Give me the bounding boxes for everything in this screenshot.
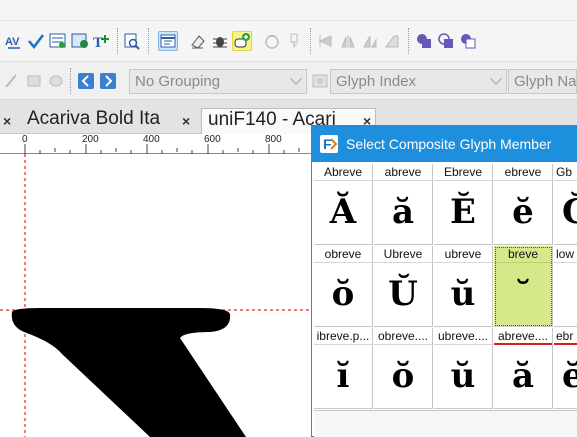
glyph-preview <box>554 263 577 326</box>
flip-icon-disabled[interactable] <box>360 31 380 51</box>
glyph-cell[interactable]: obreve ŏ <box>314 246 373 327</box>
glyph-name: ubreve <box>434 246 492 263</box>
grouping-select[interactable]: No Grouping <box>129 69 307 94</box>
sort-select[interactable]: Glyph Index <box>330 69 507 94</box>
union-icon[interactable] <box>414 31 434 51</box>
close-icon[interactable]: × <box>3 113 11 129</box>
glyph-name: low <box>554 246 577 263</box>
glyph-preview: ŏ <box>331 274 355 314</box>
tab-font[interactable]: Acariva Bold Ita <box>21 108 193 135</box>
glyph-preview: ĭ <box>336 356 350 396</box>
glyph-cell[interactable]: Ebreve Ĕ <box>434 164 493 245</box>
glyph-preview: Ĕ <box>450 192 476 232</box>
select-composite-dialog[interactable]: F Select Composite Glyph Member Abreve Ă… <box>311 125 577 437</box>
svg-text:F: F <box>323 136 332 152</box>
intersect-icon[interactable] <box>436 31 456 51</box>
component-icon-disabled[interactable] <box>262 31 282 51</box>
glyph-preview: Ŭ <box>388 274 418 314</box>
glyph-cell[interactable]: ebreve ĕ <box>494 164 553 245</box>
glyph-cell[interactable]: Abreve Ă <box>314 164 373 245</box>
svg-text:AV: AV <box>5 36 20 48</box>
glyph-cell[interactable]: abreve.... ă <box>494 328 553 409</box>
glyph-preview: ŭ <box>450 274 476 314</box>
name-select-value: Glyph Name <box>514 73 577 90</box>
checkmark-icon[interactable] <box>26 31 46 51</box>
chevron-down-icon <box>290 73 302 85</box>
find-glyph-icon[interactable] <box>122 31 142 51</box>
dialog-title-bar[interactable]: F Select Composite Glyph Member <box>312 126 577 162</box>
key-icon-disabled[interactable] <box>284 31 304 51</box>
grouping-select-value: No Grouping <box>135 73 221 90</box>
tab-label: Acariva Bold Ita <box>27 108 161 129</box>
toolbar-separator <box>148 28 149 54</box>
bug-icon[interactable] <box>210 31 230 51</box>
close-icon[interactable]: × <box>182 113 190 129</box>
glyph-preview: ŭ <box>450 356 476 396</box>
glyph-name: ebreve <box>494 164 552 181</box>
glyph-cell[interactable]: ibreve.p... ĭ <box>314 328 373 409</box>
glyph-grid[interactable]: Abreve Ă abreve ă Ebreve Ĕ ebreve ĕ Gb Ğ… <box>314 164 577 410</box>
toolbar-separator <box>310 28 311 54</box>
glyph-name: obreve <box>314 246 372 263</box>
chevron-down-icon <box>490 73 502 85</box>
fontcreator-logo-icon: F <box>320 135 338 153</box>
glyph-name: obreve.... <box>374 328 432 345</box>
glyph-name: breve <box>494 246 552 263</box>
toolbar-separator <box>117 28 118 54</box>
rectangle-icon-disabled[interactable] <box>24 71 44 91</box>
pencil-icon-disabled[interactable] <box>2 71 22 91</box>
glyph-preview: ă <box>391 192 415 232</box>
glyph-cell-selected[interactable]: breve ˘ <box>494 246 553 327</box>
glyph-name: Ubreve <box>374 246 432 263</box>
glyph-name: ubreve.... <box>434 328 492 345</box>
subtract-icon[interactable] <box>458 31 478 51</box>
align-left-icon-disabled[interactable] <box>316 31 336 51</box>
glyph-cell[interactable]: abreve ă <box>374 164 433 245</box>
validate-grid-icon[interactable] <box>48 31 68 51</box>
glyph-name: Ebreve <box>434 164 492 181</box>
glyph-cell[interactable]: ubreve ŭ <box>434 246 493 327</box>
glyph-name: ebr <box>554 328 577 345</box>
toolbar-separator <box>408 28 409 54</box>
toolbar-separator <box>70 68 71 94</box>
slant-icon-disabled[interactable] <box>382 31 402 51</box>
previous-glyph-icon[interactable] <box>76 71 96 91</box>
glyph-preview: ˘ <box>514 274 532 314</box>
glyph-info-icon[interactable] <box>70 31 90 51</box>
glyph-preview: ŏ <box>391 356 415 396</box>
sort-select-value: Glyph Index <box>336 73 417 90</box>
glyph-list-icon-disabled[interactable] <box>310 71 330 91</box>
glyph-name: Gb <box>554 164 577 181</box>
glyph-preview: Ă <box>329 192 357 232</box>
svg-text:T: T <box>93 35 103 50</box>
glyph-name: abreve.... <box>494 328 552 345</box>
toolbar-divider <box>0 20 577 21</box>
glyph-cell[interactable]: ebr ĕ <box>554 328 577 409</box>
glyph-name: Abreve <box>314 164 372 181</box>
add-composite-icon[interactable] <box>232 31 252 51</box>
properties-icon[interactable] <box>158 31 178 51</box>
name-select[interactable]: Glyph Name <box>508 69 577 94</box>
secondary-toolbar: No Grouping Glyph Index Glyph Name <box>0 62 577 100</box>
ellipse-icon-disabled[interactable] <box>46 71 66 91</box>
kerning-icon[interactable]: AV <box>4 31 24 51</box>
dialog-footer <box>314 410 577 437</box>
glyph-preview: ă <box>511 356 535 396</box>
glyph-name: abreve <box>374 164 432 181</box>
next-glyph-icon[interactable] <box>98 71 118 91</box>
glyph-cell[interactable]: Gb Ğ <box>554 164 577 245</box>
eraser-icon[interactable] <box>188 31 208 51</box>
glyph-preview: ĕ <box>554 345 577 408</box>
glyph-cell[interactable]: obreve.... ŏ <box>374 328 433 409</box>
main-toolbar: AV T <box>0 0 577 62</box>
dialog-title: Select Composite Glyph Member <box>346 136 552 152</box>
text-insert-icon[interactable]: T <box>92 31 112 51</box>
glyph-cell[interactable]: Ubreve Ŭ <box>374 246 433 327</box>
glyph-preview: ĕ <box>512 192 534 232</box>
glyph-cell[interactable]: ubreve.... ŭ <box>434 328 493 409</box>
glyph-preview: Ğ <box>554 181 577 244</box>
glyph-cell[interactable]: low <box>554 246 577 327</box>
glyph-name: ibreve.p... <box>314 328 372 345</box>
mirror-icon-disabled[interactable] <box>338 31 358 51</box>
